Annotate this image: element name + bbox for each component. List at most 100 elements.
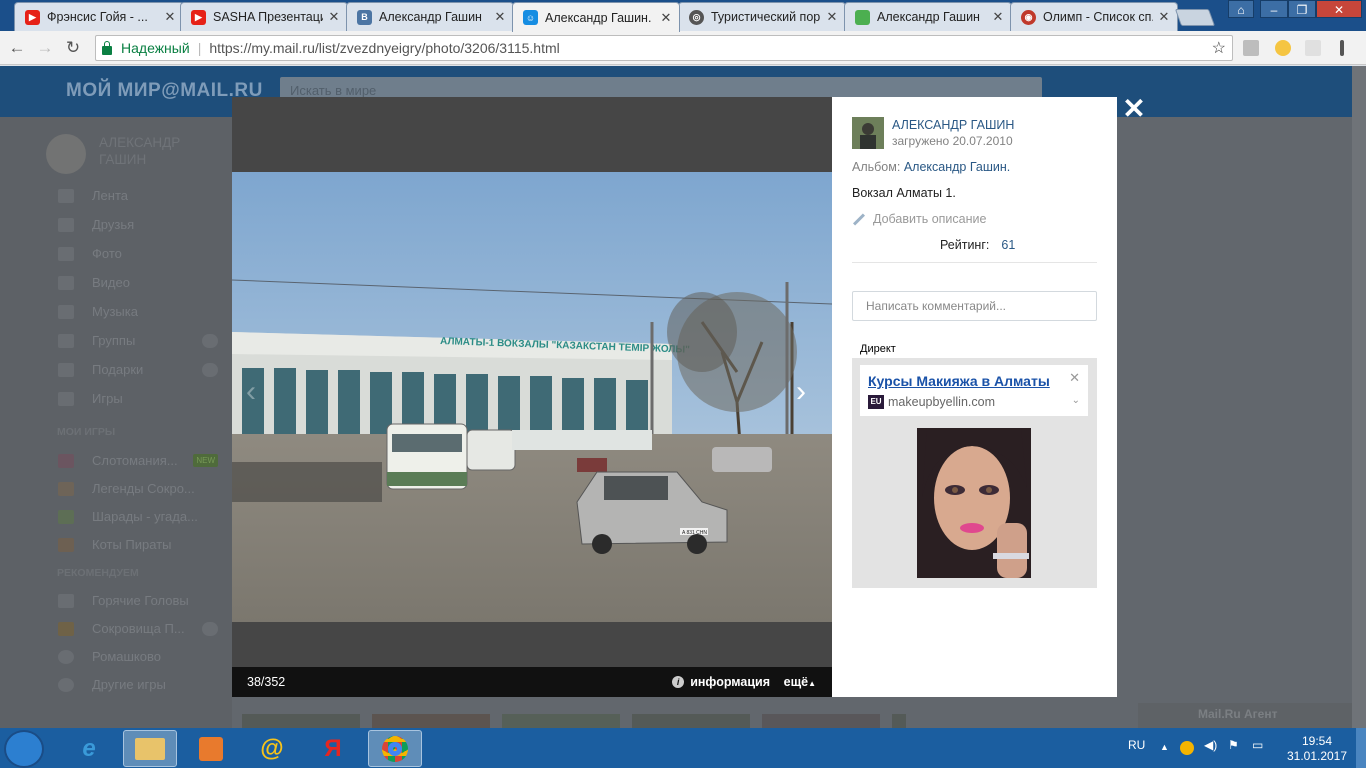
close-tab-icon[interactable]: ✕ — [659, 10, 673, 26]
album-link[interactable]: Александр Гашин. — [904, 160, 1010, 174]
mailru-icon: ☺ — [523, 10, 538, 25]
menu-item-friends[interactable]: Друзья — [58, 217, 218, 232]
pencil-icon — [852, 212, 866, 226]
back-icon[interactable]: ← — [6, 37, 28, 59]
more-button[interactable]: ещё▲ — [784, 675, 816, 689]
section-title: РЕКОМЕНДУЕМ — [57, 567, 139, 579]
url-text[interactable]: https://my.mail.ru/list/zvezdnyeigry/pho… — [209, 40, 559, 56]
clock[interactable]: 19:54 31.01.2017 — [1282, 734, 1352, 764]
close-window-button[interactable]: ✕ — [1316, 0, 1362, 18]
explorer-taskbar-icon[interactable] — [123, 730, 177, 767]
thumbnail[interactable] — [632, 714, 750, 728]
game-item[interactable]: Сокровища П... — [58, 621, 218, 636]
start-button[interactable] — [4, 730, 44, 768]
menu-item-video[interactable]: Видео — [58, 275, 218, 290]
vk-icon: B — [357, 9, 372, 25]
ie-taskbar-icon[interactable]: e — [62, 730, 116, 767]
game-item[interactable]: Горячие Головы — [58, 593, 218, 608]
game-item[interactable]: Шарады - угада... — [58, 509, 218, 524]
close-ad-icon[interactable]: ✕ — [1069, 370, 1080, 386]
author-avatar[interactable] — [852, 117, 884, 149]
close-tab-icon[interactable]: ✕ — [327, 9, 341, 25]
author-name[interactable]: АЛЕКСАНДР ГАШИН — [892, 118, 1014, 132]
menu-item-feed[interactable]: Лента — [58, 188, 218, 203]
browser-tab[interactable]: ▶SASHA Презентаци...✕ — [180, 2, 348, 31]
close-viewer-icon[interactable]: ✕ — [1120, 95, 1148, 123]
mail-agent-bar[interactable]: Mail.Ru Агент — [1138, 703, 1352, 728]
game-icon — [58, 593, 74, 608]
reload-icon[interactable]: ↻ — [62, 37, 84, 59]
info-button[interactable]: i информация — [672, 675, 770, 689]
rating-value[interactable]: 61 — [1001, 238, 1015, 252]
game-item[interactable]: Легенды Сокро... — [58, 481, 218, 496]
network-icon[interactable]: ▭ — [1252, 738, 1263, 752]
close-tab-icon[interactable]: ✕ — [1157, 9, 1171, 25]
media-player-taskbar-icon[interactable] — [184, 730, 238, 767]
caret-up-icon: ▲ — [808, 679, 816, 688]
user-name[interactable]: АЛЕКСАНДР ГАШИН — [99, 134, 189, 168]
menu-item-games[interactable]: Игры — [58, 391, 218, 406]
close-tab-icon[interactable]: ✕ — [163, 9, 177, 25]
forward-icon[interactable]: → — [34, 37, 56, 59]
ad-banner[interactable]: Курсы Макияжа в Алматы ✕ ⌄ EU makeupbyell… — [852, 358, 1097, 588]
omnibox[interactable]: Надежный | https://my.mail.ru/list/zvezd… — [95, 35, 1233, 61]
new-tab-button[interactable] — [1174, 9, 1216, 26]
user-icon[interactable]: ⌂ — [1228, 0, 1254, 18]
tray-expand-icon[interactable]: ▲ — [1160, 742, 1169, 752]
browser-tab-active[interactable]: ☺ Александр Гашин. ✕ — [512, 2, 680, 32]
thumbnail[interactable] — [242, 714, 360, 728]
browser-tab[interactable]: Александр Гашин ✕ — [844, 2, 1012, 31]
minimize-button[interactable]: – — [1260, 0, 1288, 18]
scrollbar[interactable] — [1352, 66, 1366, 728]
game-item[interactable]: Слотомания... NEW — [58, 453, 218, 468]
browser-tab[interactable]: ▶ Фрэнсис Гойя - ... ✕ — [14, 2, 184, 31]
browser-tab[interactable]: B Александр Гашин ✕ — [346, 2, 514, 31]
show-desktop-button[interactable] — [1356, 728, 1366, 768]
avatar-image — [852, 117, 884, 149]
chrome-taskbar-icon[interactable] — [368, 730, 422, 767]
language-indicator[interactable]: RU — [1128, 738, 1145, 752]
extension-icon[interactable] — [1243, 40, 1259, 56]
close-tab-icon[interactable]: ✕ — [991, 9, 1005, 25]
close-tab-icon[interactable]: ✕ — [825, 9, 839, 25]
thumbnail[interactable] — [892, 714, 906, 728]
thumbnail-strip — [232, 714, 1032, 728]
next-photo-icon[interactable]: › — [796, 377, 806, 407]
rating: Рейтинг: 61 — [940, 238, 1016, 252]
search-extension-icon[interactable] — [1305, 40, 1321, 56]
menu-icon[interactable] — [1340, 40, 1344, 56]
game-item[interactable]: Коты Пираты — [58, 537, 218, 552]
game-item[interactable]: Ромашково — [58, 649, 218, 664]
add-description-link[interactable]: Добавить описание — [852, 212, 986, 226]
mail-agent-taskbar-icon[interactable]: @ — [245, 730, 299, 767]
prev-photo-icon[interactable]: ‹ — [246, 377, 256, 407]
menu-item-groups[interactable]: Группы — [58, 333, 218, 348]
chevron-down-icon[interactable]: ⌄ — [1072, 395, 1080, 406]
game-item[interactable]: Другие игры — [58, 677, 218, 692]
bookmark-star-icon[interactable]: ☆ — [1212, 38, 1226, 58]
groups-icon — [58, 333, 74, 348]
thumbnail[interactable] — [762, 714, 880, 728]
thumbnail[interactable] — [372, 714, 490, 728]
photo[interactable]: АЛМАТЫ-1 ВОКЗАЛЫ "КАЗАКСТАН ТЕМІР ЖОЛЫ" — [232, 172, 832, 622]
volume-icon[interactable]: ◀) — [1204, 738, 1217, 752]
flag-icon[interactable]: ⚑ — [1228, 738, 1239, 752]
menu-item-gifts[interactable]: Подарки — [58, 362, 218, 377]
menu-item-photo[interactable]: Фото — [58, 246, 218, 261]
makeup-model-image — [917, 428, 1031, 578]
menu-item-music[interactable]: Музыка — [58, 304, 218, 319]
ad-image[interactable] — [917, 428, 1031, 578]
comment-input[interactable]: Написать комментарий... — [852, 291, 1097, 321]
browser-tab[interactable]: ◎ Туристический пор... ✕ — [678, 2, 846, 31]
ad-url[interactable]: EU makeupbyellin.com — [868, 395, 995, 409]
ad-title-link[interactable]: Курсы Макияжа в Алматы — [868, 373, 1050, 389]
close-tab-icon[interactable]: ✕ — [493, 9, 507, 25]
game-icon — [58, 649, 74, 664]
weather-icon[interactable] — [1275, 40, 1291, 56]
tray-app-icon[interactable] — [1180, 741, 1194, 755]
avatar[interactable] — [46, 134, 86, 174]
yandex-taskbar-icon[interactable]: Я — [306, 730, 360, 767]
browser-tab[interactable]: ◉ Олимп - Список сп... ✕ — [1010, 2, 1178, 31]
restore-button[interactable]: ❐ — [1288, 0, 1316, 18]
thumbnail[interactable] — [502, 714, 620, 728]
